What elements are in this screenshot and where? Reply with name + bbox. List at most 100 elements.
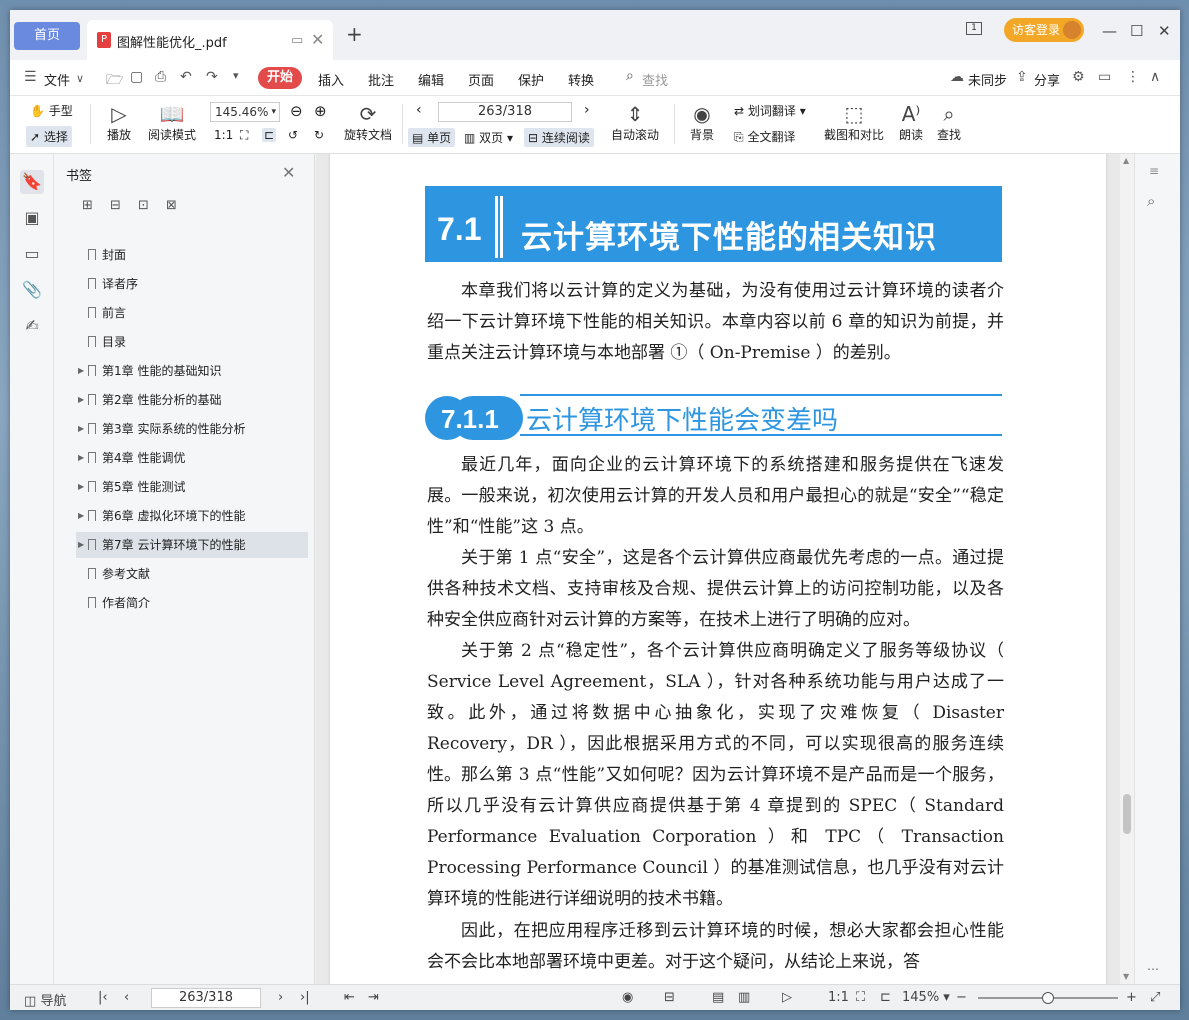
pin-tab-icon[interactable]: ▭ (291, 33, 303, 48)
first-page-icon[interactable]: |‹ (98, 990, 108, 1005)
next-page-icon[interactable]: › (278, 990, 283, 1005)
expand-arrow-icon[interactable]: ▶ (78, 445, 84, 471)
page-number-input[interactable]: 263/318 (438, 102, 572, 122)
double-page-icon[interactable]: ▥ (738, 990, 750, 1005)
expand-arrow-icon[interactable]: ▶ (78, 387, 84, 413)
bookmark-flag-icon[interactable]: ⊠ (166, 198, 177, 213)
menu-insert[interactable]: 插入 (318, 70, 344, 89)
last-page-icon[interactable]: ›| (300, 990, 310, 1005)
zoom-level[interactable]: 145% ▾ (902, 990, 950, 1005)
close-window-icon[interactable]: ✕ (1158, 22, 1171, 40)
settings-icon[interactable]: ⚙ (1072, 69, 1085, 85)
bookmark-item[interactable]: 译者序 (76, 271, 308, 297)
rotate-document-button[interactable]: ⟳ 旋转文档 (342, 102, 394, 143)
open-folder-icon[interactable]: 🗁 (106, 69, 123, 93)
fit-width-icon[interactable]: ⊏ (880, 990, 891, 1005)
close-tab-icon[interactable]: ✕ (311, 30, 324, 49)
bookmark-item[interactable]: ▶ 第6章 虚拟化环境下的性能 (76, 503, 308, 529)
tab-home[interactable]: 首页 (14, 22, 80, 50)
undo-icon[interactable]: ↶ (180, 69, 192, 85)
scroll-up-icon[interactable]: ▲ (1123, 156, 1129, 165)
chevron-down-icon[interactable]: ∨ (76, 72, 84, 85)
rotate-right-icon[interactable]: ↻ (314, 128, 324, 142)
scrollbar-thumb[interactable] (1123, 794, 1131, 834)
print-icon[interactable]: ⎙ (155, 69, 166, 85)
bookmark-item[interactable]: 目录 (76, 329, 308, 355)
share-button[interactable]: 分享 (1034, 70, 1060, 89)
search-icon[interactable]: ⌕ (626, 68, 634, 84)
search-input[interactable]: 查找 (642, 70, 668, 89)
vertical-scrollbar[interactable]: ▲ ▼ (1120, 154, 1134, 984)
close-icon[interactable]: ✕ (282, 163, 295, 182)
back-icon[interactable]: ⇤ (344, 990, 355, 1005)
maximize-icon[interactable]: ☐ (1130, 22, 1143, 40)
menu-convert[interactable]: 转换 (568, 70, 594, 89)
image-icon[interactable]: ▣ (20, 206, 44, 230)
add-bookmark-icon[interactable]: ⊞ (82, 198, 93, 213)
actual-size-icon[interactable]: 1:1 (828, 990, 849, 1005)
expand-arrow-icon[interactable]: ▶ (78, 358, 84, 384)
hamburger-icon[interactable]: ☰ (24, 69, 37, 85)
signature-icon[interactable]: ✍ (20, 314, 44, 338)
rotate-left-icon[interactable]: ↺ (288, 128, 298, 142)
bookmark-item[interactable]: 作者简介 (76, 590, 308, 616)
zoom-select[interactable]: 145.46% ▾ (210, 102, 280, 122)
remove-bookmark-icon[interactable]: ⊟ (110, 198, 121, 213)
more-dropdown-icon[interactable]: ▾ (233, 69, 239, 82)
bookmark-add-icon[interactable]: ⊡ (138, 198, 149, 213)
single-page-button[interactable]: ▤ 单页 (408, 128, 456, 147)
document-view[interactable]: 7.1 云计算环境下性能的相关知识 本章我们将以云计算的定义为基础，为没有使用过… (316, 154, 1120, 984)
comment-icon[interactable]: ▭ (1098, 69, 1111, 85)
menu-protect[interactable]: 保护 (518, 70, 544, 89)
zoom-slider[interactable] (978, 992, 1118, 1004)
bookmark-item[interactable]: 前言 (76, 300, 308, 326)
save-icon[interactable]: ▢ (130, 69, 143, 85)
bookmark-item[interactable]: ▶ 第2章 性能分析的基础 (76, 387, 308, 413)
bookmark-item[interactable]: ▶ 第7章 云计算环境下的性能 (76, 532, 308, 558)
background-button[interactable]: ◉ 背景 (684, 102, 720, 143)
full-translate-button[interactable]: ⎘ 全文翻译 (734, 128, 795, 145)
autoscroll-button[interactable]: ⇕ 自动滚动 (606, 102, 664, 143)
visitor-login-button[interactable]: 访客登录 (1004, 18, 1084, 42)
play-icon[interactable]: ▷ (782, 990, 792, 1005)
fit-width-icon[interactable]: ⊏ (262, 128, 277, 142)
new-tab-button[interactable]: + (346, 22, 363, 46)
expand-arrow-icon[interactable]: ▶ (78, 532, 84, 558)
menu-file[interactable]: 文件 (44, 70, 70, 89)
play-button[interactable]: ▷ 播放 (104, 102, 134, 143)
bookmark-item[interactable]: ▶ 第5章 性能测试 (76, 474, 308, 500)
expand-arrow-icon[interactable]: ▶ (78, 503, 84, 529)
comment-icon[interactable]: ▭ (20, 242, 44, 266)
scroll-down-icon[interactable]: ▼ (1123, 972, 1129, 981)
redo-icon[interactable]: ↷ (206, 69, 218, 85)
fullscreen-icon[interactable]: ⤢ (1150, 990, 1160, 1005)
find-button[interactable]: ⌕ 查找 (934, 102, 964, 143)
panel-toggle-icon[interactable]: ≡ (1149, 164, 1159, 178)
next-page-icon[interactable]: › (584, 102, 590, 118)
bookmark-item[interactable]: ▶ 第3章 实际系统的性能分析 (76, 416, 308, 442)
menu-edit[interactable]: 编辑 (418, 70, 444, 89)
double-page-button[interactable]: ▥ 双页 ▾ (464, 129, 513, 146)
bookmark-icon[interactable]: 🔖 (20, 170, 44, 194)
nav-button[interactable]: ◫ 导航 (24, 990, 66, 1009)
bookmark-item[interactable]: 参考文献 (76, 561, 308, 587)
prev-page-icon[interactable]: ‹ (416, 102, 422, 118)
attachment-icon[interactable]: 📎 (20, 278, 44, 302)
hand-tool[interactable]: ✋ 手型 (30, 102, 73, 119)
more-icon[interactable]: ⋮ (1126, 69, 1140, 85)
menu-page[interactable]: 页面 (468, 70, 494, 89)
zoom-in-icon[interactable]: + (1126, 990, 1137, 1005)
sync-status[interactable]: 未同步 (968, 70, 1007, 89)
zoom-out-icon[interactable]: − (956, 990, 967, 1005)
continuous-read-button[interactable]: ⊟ 连续阅读 (524, 128, 594, 147)
menu-start[interactable]: 开始 (258, 67, 302, 89)
expand-arrow-icon[interactable]: ▶ (78, 416, 84, 442)
menu-annotate[interactable]: 批注 (368, 70, 394, 89)
fit-page-icon[interactable]: ⛶ (856, 990, 865, 1005)
expand-arrow-icon[interactable]: ▶ (78, 474, 84, 500)
bookmark-item[interactable]: ▶ 第1章 性能的基础知识 (76, 358, 308, 384)
read-aloud-button[interactable]: A⁾ 朗读 (896, 102, 926, 143)
tab-document[interactable]: P 图解性能优化_.pdf ▭ ✕ (87, 20, 333, 60)
prev-page-icon[interactable]: ‹ (124, 990, 129, 1005)
status-page-input[interactable]: 263/318 (151, 988, 261, 1008)
